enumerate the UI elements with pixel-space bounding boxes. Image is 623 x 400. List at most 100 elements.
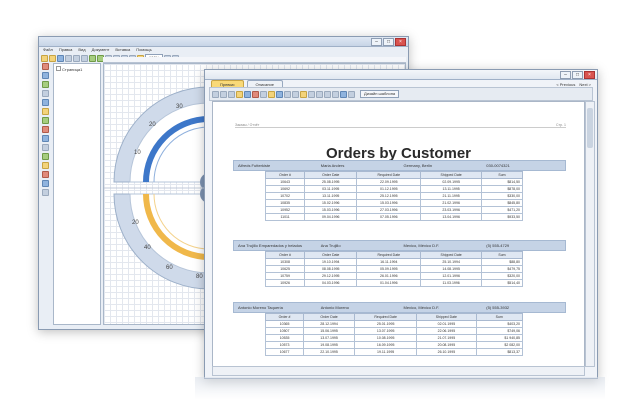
phone: (5) 555-4729	[486, 243, 510, 248]
menu-item[interactable]: Файл	[43, 47, 53, 53]
minimize-icon[interactable]: –	[560, 71, 571, 79]
order-date: 04.03.1996	[304, 279, 358, 287]
chart-icon[interactable]	[42, 108, 49, 115]
paste-icon[interactable]	[81, 54, 88, 62]
column-header: Shipped Date	[420, 171, 483, 179]
order-sum: $1 940,85	[475, 334, 523, 342]
order-sum: $514,40	[481, 279, 523, 287]
column-header: Order Date	[303, 313, 355, 321]
designer-tool-palette	[42, 63, 50, 325]
zoom-out-icon[interactable]	[316, 90, 323, 98]
column-header: Order #	[264, 251, 306, 259]
pointer-icon[interactable]	[42, 63, 49, 70]
shape-icon[interactable]	[42, 99, 49, 106]
cut-icon[interactable]	[65, 54, 72, 62]
undo-icon[interactable]	[89, 54, 96, 62]
table-header-row: Order # Order Date Required Date Shipped…	[264, 171, 523, 179]
order-number: 10759	[264, 272, 306, 280]
gauge-icon[interactable]	[42, 135, 49, 142]
orders-table: Order # Order Date Required Date Shipped…	[264, 313, 523, 356]
menu-item[interactable]: Помощь	[136, 47, 151, 53]
first-page-icon[interactable]	[212, 90, 219, 98]
zoom-in-icon[interactable]	[308, 90, 315, 98]
open-icon[interactable]	[49, 54, 56, 62]
order-sum: $320,00	[481, 272, 523, 280]
menu-item[interactable]: Правка	[59, 47, 73, 53]
minimize-icon[interactable]: –	[371, 38, 382, 46]
help-icon[interactable]	[348, 90, 355, 98]
report-tree: Страница1	[53, 63, 101, 325]
save-icon[interactable]	[57, 54, 64, 62]
shipped-date: 14.08.1995	[420, 265, 483, 273]
barcode-icon[interactable]	[42, 117, 49, 124]
order-number: 10926	[264, 279, 306, 287]
richtext-icon[interactable]	[42, 144, 49, 151]
shipped-date: 11.03.1996	[420, 279, 483, 287]
checkbox-icon[interactable]	[42, 153, 49, 160]
text-icon[interactable]	[42, 72, 49, 79]
table-row: 10952 15.03.1996 27.03.1996 23.03.1996 $471,…	[264, 206, 523, 214]
line-icon[interactable]	[42, 90, 49, 97]
prev-page-icon[interactable]	[220, 90, 227, 98]
menu-item[interactable]: Вид	[78, 47, 85, 53]
column-header: Required Date	[353, 313, 418, 321]
settings-icon[interactable]	[340, 90, 347, 98]
horizontal-scrollbar[interactable]	[212, 366, 585, 376]
table-row: 10835 15.02.1996 15.03.1996 21.02.1996 $845,…	[264, 199, 523, 207]
find-icon[interactable]	[284, 90, 291, 98]
save-icon[interactable]	[244, 90, 251, 98]
matrix-icon[interactable]	[42, 189, 49, 196]
table-row: 10677 22.10.1995 19.11.1995 26.10.1995 $813,…	[264, 348, 523, 356]
thumbnails-icon[interactable]	[292, 90, 299, 98]
order-number: 10677	[264, 348, 305, 356]
new-icon[interactable]	[41, 54, 48, 62]
crossband-icon[interactable]	[42, 180, 49, 187]
table-row: 10308 19.10.1994 16.11.1994 25.10.1994 $88,8…	[264, 258, 523, 266]
image-icon[interactable]	[42, 81, 49, 88]
location: Germany, Berlin	[403, 163, 433, 168]
export-icon[interactable]	[260, 90, 267, 98]
order-number: 10535	[264, 334, 305, 342]
order-sum: $933,50	[481, 213, 523, 221]
table-icon[interactable]	[42, 126, 49, 133]
close-icon[interactable]: ×	[584, 71, 595, 79]
required-date: 25.01.1995	[353, 320, 418, 328]
zoom-icon[interactable]	[300, 90, 307, 98]
company-name: Ana Trujillo Emparedados y helados	[238, 243, 303, 248]
order-sum: $749,06	[475, 327, 523, 335]
vertical-scrollbar[interactable]	[585, 101, 595, 367]
svg-text:40: 40	[144, 245, 151, 251]
open-icon[interactable]	[236, 90, 243, 98]
maximize-icon[interactable]: □	[572, 71, 583, 79]
order-number: 10835	[264, 199, 306, 207]
order-date: 03.11.1995	[304, 185, 358, 193]
table-row: 10643 25.08.1995 22.09.1995 02.09.1995 $814,…	[264, 178, 523, 186]
shipped-date: 21.07.1995	[416, 334, 477, 342]
tree-expand-icon[interactable]	[56, 66, 61, 71]
order-number: 10692	[264, 185, 306, 193]
shipped-date: 20.08.1995	[416, 341, 477, 349]
email-icon[interactable]	[276, 90, 283, 98]
shipped-date: 13.11.1995	[420, 185, 483, 193]
design-template-button[interactable]: Дизайн шаблона	[360, 90, 400, 98]
order-number: 10308	[264, 258, 306, 266]
menu-item[interactable]: Документ	[92, 47, 110, 53]
page-number: Стр. 1	[556, 123, 566, 127]
scroll-thumb[interactable]	[587, 108, 593, 148]
menu-item[interactable]: Вставка	[115, 47, 130, 53]
order-date: 25.08.1995	[304, 178, 358, 186]
print-icon[interactable]	[252, 90, 259, 98]
maximize-icon[interactable]: □	[383, 38, 394, 46]
next-page-icon[interactable]	[228, 90, 235, 98]
fit-width-icon[interactable]	[324, 90, 331, 98]
close-icon[interactable]: ×	[395, 38, 406, 46]
full-page-icon[interactable]	[332, 90, 339, 98]
table-row: 10926 04.03.1996 01.04.1996 11.03.1996 $514,…	[264, 279, 523, 287]
map-icon[interactable]	[42, 171, 49, 178]
table-row: 10702 13.11.1995 25.12.1995 21.11.1995 $330,…	[264, 192, 523, 200]
page-setup-icon[interactable]	[268, 90, 275, 98]
tree-item[interactable]: Страница1	[62, 67, 82, 72]
subreport-icon[interactable]	[42, 162, 49, 169]
copy-icon[interactable]	[73, 54, 80, 62]
location: Mexico, México D.F.	[403, 305, 440, 310]
